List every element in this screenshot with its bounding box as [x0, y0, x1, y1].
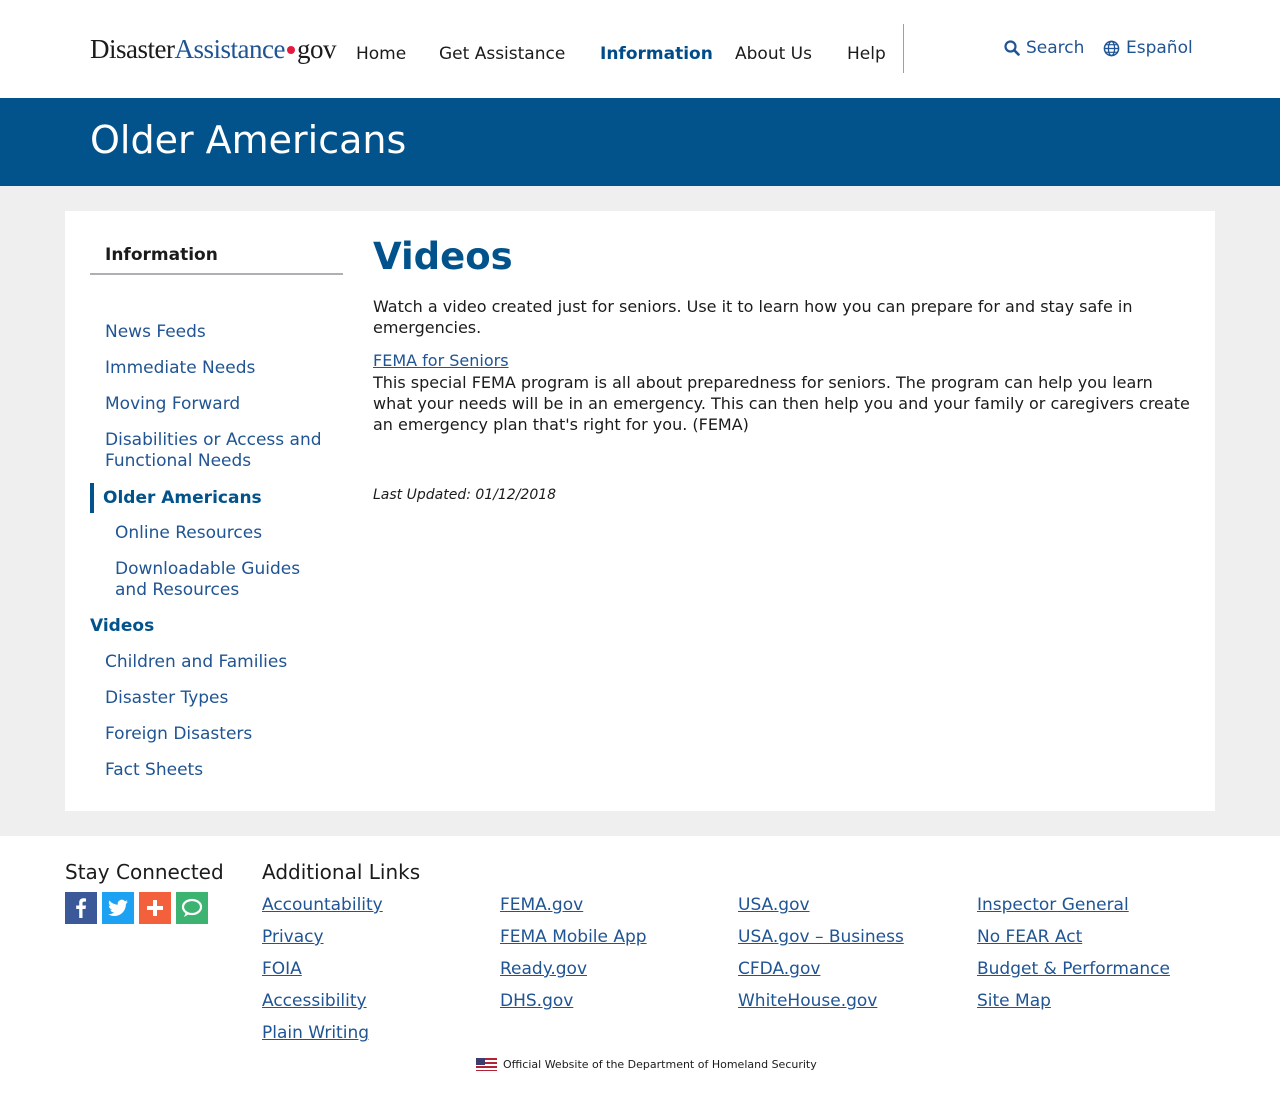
stay-connected-heading: Stay Connected [65, 860, 224, 884]
globe-icon [1103, 40, 1120, 56]
footer-link-site-map[interactable]: Site Map [977, 991, 1051, 1011]
site-logo[interactable]: DisasterAssistance gov [90, 34, 336, 65]
twitter-icon[interactable] [102, 892, 134, 924]
official-website-notice: Official Website of the Department of Ho… [476, 1058, 817, 1071]
nav-help[interactable]: Help [847, 44, 886, 64]
nav-home[interactable]: Home [356, 44, 406, 64]
sidebar-item-disaster-types[interactable]: Disaster Types [105, 688, 228, 709]
footer-link-accountability[interactable]: Accountability [262, 895, 383, 915]
footer-link-fema-mobile-app[interactable]: FEMA Mobile App [500, 927, 647, 947]
footer-link-fema-gov[interactable]: FEMA.gov [500, 895, 583, 915]
footer-link-no-fear-act[interactable]: No FEAR Act [977, 927, 1082, 947]
site-header: DisasterAssistance gov Home Get Assistanc… [0, 0, 1280, 98]
share-plus-icon[interactable] [139, 892, 171, 924]
sidebar-subitem-videos[interactable]: Videos [90, 616, 154, 637]
footer-link-whitehouse-gov[interactable]: WhiteHouse.gov [738, 991, 877, 1011]
footer-link-foia[interactable]: FOIA [262, 959, 302, 979]
nav-information[interactable]: Information [600, 44, 713, 64]
last-updated: Last Updated: 01/12/2018 [373, 487, 557, 503]
us-flag-icon [476, 1058, 497, 1071]
nav-get-assistance[interactable]: Get Assistance [439, 44, 565, 64]
search-label: Search [1026, 38, 1085, 58]
logo-text-disaster: Disaster [90, 34, 175, 64]
site-footer: Stay Connected Additional Links Accounta… [0, 836, 1280, 1111]
chat-icon[interactable] [176, 892, 208, 924]
sidebar-item-news-feeds[interactable]: News Feeds [105, 322, 206, 343]
footer-link-plain-writing[interactable]: Plain Writing [262, 1023, 369, 1043]
sidebar-subitem-online-resources[interactable]: Online Resources [115, 523, 262, 544]
sidebar-item-moving-forward[interactable]: Moving Forward [105, 394, 240, 415]
language-toggle[interactable]: Español [1103, 38, 1193, 58]
footer-link-privacy[interactable]: Privacy [262, 927, 324, 947]
page-banner: Older Americans [0, 98, 1280, 186]
search-button[interactable]: Search [1004, 38, 1084, 58]
fema-for-seniors-link[interactable]: FEMA for Seniors [373, 351, 509, 370]
intro-paragraph: Watch a video created just for seniors. … [373, 297, 1133, 337]
footer-link-ready-gov[interactable]: Ready.gov [500, 959, 587, 979]
footer-link-budget-performance[interactable]: Budget & Performance [977, 959, 1170, 979]
footer-link-usa-gov[interactable]: USA.gov [738, 895, 810, 915]
logo-dot-icon [286, 46, 295, 55]
main-area: Information News Feeds Immediate Needs M… [0, 186, 1280, 836]
footer-link-inspector-general[interactable]: Inspector General [977, 895, 1129, 915]
sidebar-item-children-families[interactable]: Children and Families [105, 652, 287, 673]
sidebar-item-older-americans[interactable]: Older Americans [90, 483, 262, 513]
nav-divider [903, 24, 904, 73]
logo-text-assistance: Assistance [174, 34, 285, 64]
search-icon [1004, 40, 1020, 56]
nav-about-us[interactable]: About Us [735, 44, 812, 64]
sidebar-item-disabilities[interactable]: Disabilities or Access and Functional Ne… [105, 430, 335, 472]
additional-links-heading: Additional Links [262, 860, 421, 884]
sidebar-item-fact-sheets[interactable]: Fact Sheets [105, 760, 203, 781]
sidebar-subitem-downloadable-guides[interactable]: Downloadable Guides and Resources [115, 559, 325, 601]
logo-text-gov: gov [296, 34, 337, 64]
sidebar-item-immediate-needs[interactable]: Immediate Needs [105, 358, 255, 379]
footer-link-cfda-gov[interactable]: CFDA.gov [738, 959, 820, 979]
content-card: Information News Feeds Immediate Needs M… [65, 211, 1215, 811]
footer-link-accessibility[interactable]: Accessibility [262, 991, 367, 1011]
sidebar-heading: Information [90, 245, 343, 275]
facebook-icon[interactable] [65, 892, 97, 924]
video-description: This special FEMA program is all about p… [373, 373, 1190, 434]
footer-link-usa-gov-business[interactable]: USA.gov – Business [738, 927, 904, 947]
official-website-text: Official Website of the Department of Ho… [503, 1058, 817, 1071]
language-label: Español [1126, 38, 1193, 58]
content-heading: Videos [373, 235, 513, 278]
sidebar-item-foreign-disasters[interactable]: Foreign Disasters [105, 724, 252, 745]
footer-link-dhs-gov[interactable]: DHS.gov [500, 991, 573, 1011]
page-title: Older Americans [90, 118, 407, 162]
